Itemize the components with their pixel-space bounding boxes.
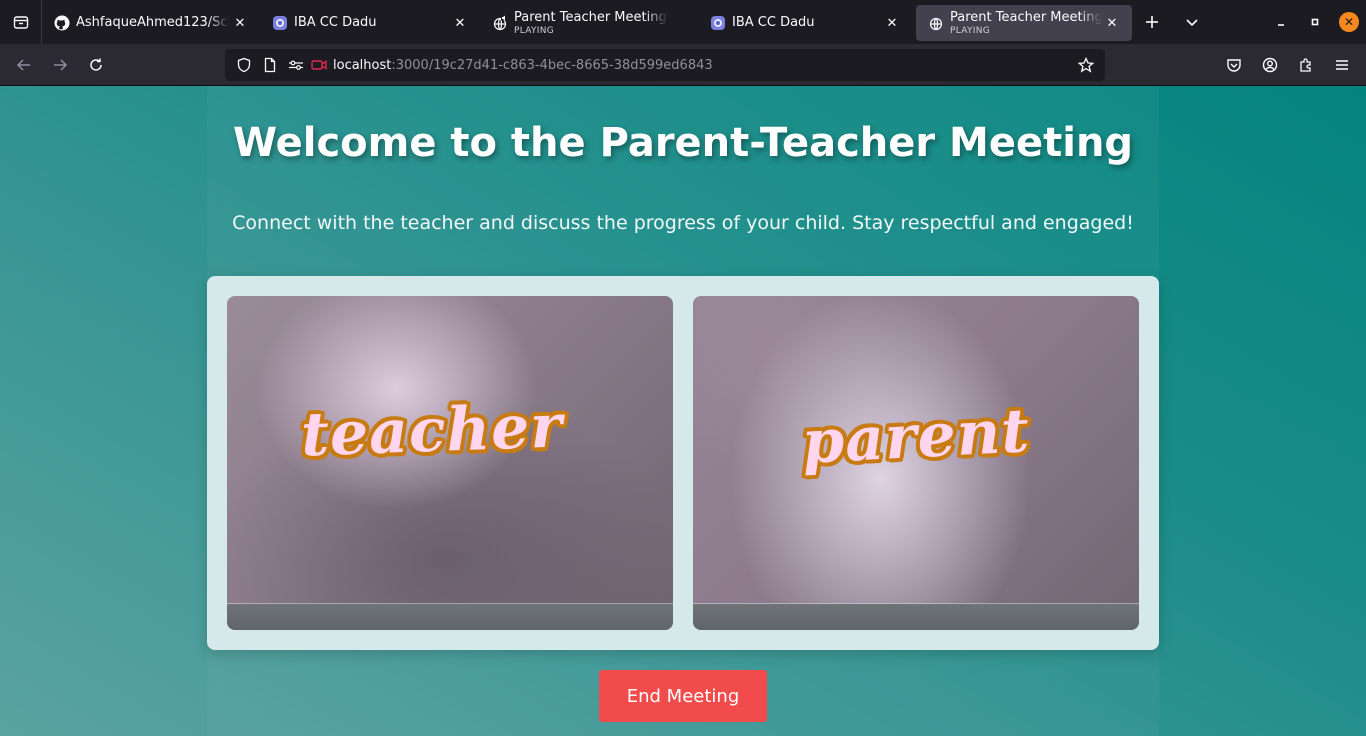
tab-overflow-button[interactable] [1172,0,1212,44]
tab-github[interactable]: AshfaqueAhmed123/School ✕ [42,5,260,41]
account-icon [1262,57,1278,73]
hamburger-menu-icon [1336,60,1348,70]
pocket-icon [1227,59,1241,72]
page-icon[interactable] [257,49,283,81]
app-menu-button[interactable] [1324,49,1360,81]
tab-title: IBA CC Dadu [294,15,377,30]
teacher-video-label: teacher [299,391,565,471]
tab-title: IBA CC Dadu [732,15,815,30]
close-icon: ✕ [1339,12,1359,32]
close-tab-icon[interactable]: ✕ [1102,13,1122,33]
parent-video[interactable]: parent [693,296,1139,630]
pocket-button[interactable] [1216,49,1252,81]
tab-title: Parent Teacher Meeting Po [514,9,668,25]
new-tab-button[interactable] [1132,0,1172,44]
tab-parent-teacher-meeting-active[interactable]: Parent Teacher Meeting Po PLAYING ✕ [916,5,1132,41]
close-window-button[interactable]: ✕ [1332,0,1366,44]
account-button[interactable] [1252,49,1288,81]
globe-speaker-icon [492,15,508,31]
page-title: Welcome to the Parent-Teacher Meeting [232,120,1134,166]
address-bar[interactable]: localhost:3000/19c27d41-c863-4bec-8665-3… [225,49,1105,81]
chevron-down-icon [1186,19,1198,27]
forward-button[interactable] [42,49,78,81]
camera-sharing-icon[interactable] [309,49,329,81]
plus-icon [1146,16,1158,28]
arrow-right-icon [54,58,68,71]
tab-title: Parent Teacher Meeting Po [950,9,1102,25]
tab-iba-cc-dadu[interactable]: IBA CC Dadu ✕ [260,5,480,41]
tab-list-icon [13,16,28,29]
video-floor [693,604,1139,630]
close-tab-icon[interactable]: ✕ [230,13,250,33]
maximize-button[interactable] [1298,0,1332,44]
video-panel: teacher parent [207,276,1159,650]
permissions-icon[interactable] [283,49,309,81]
globe-speaker-icon [928,15,944,31]
github-icon [54,15,70,31]
tab-parent-teacher-meeting[interactable]: Parent Teacher Meeting Po PLAYING ✕ [480,5,698,41]
reload-button[interactable] [78,49,114,81]
app-favicon [272,15,288,31]
tab-iba-cc-dadu-2[interactable]: IBA CC Dadu ✕ [698,5,912,41]
shield-icon[interactable] [231,49,257,81]
url-path: :3000/19c27d41-c863-4bec-8665-38d599ed68… [391,57,713,73]
url-text: localhost:3000/19c27d41-c863-4bec-8665-3… [333,58,713,73]
page-subtitle: Connect with the teacher and discuss the… [232,212,1134,234]
close-tab-icon[interactable]: ✕ [450,13,470,33]
tab-bar: AshfaqueAhmed123/School ✕ IBA CC Dadu ✕ … [0,0,1366,44]
page-viewport: Welcome to the Parent-Teacher Meeting Co… [0,86,1366,736]
parent-video-label: parent [800,396,1032,478]
navigation-toolbar: localhost:3000/19c27d41-c863-4bec-8665-3… [0,44,1366,86]
app-favicon [710,15,726,31]
tab-title: AshfaqueAhmed123/School [76,15,230,30]
toolbar-right [1216,49,1360,81]
list-all-tabs-button[interactable] [0,0,42,44]
extensions-button[interactable] [1288,49,1324,81]
window-controls: ✕ [1264,0,1366,44]
maximize-icon [1311,18,1319,26]
teacher-video[interactable]: teacher [227,296,673,630]
puzzle-icon [1300,58,1311,72]
tab-playing-status: PLAYING [950,25,991,36]
bookmark-star-icon[interactable] [1073,49,1099,81]
reload-icon [90,58,102,71]
video-floor [227,604,673,630]
url-host: localhost [333,57,392,73]
arrow-left-icon [16,58,30,71]
minimize-button[interactable] [1264,0,1298,44]
minimize-icon [1278,24,1284,26]
tab-playing-status: PLAYING [514,25,555,36]
back-button[interactable] [6,49,42,81]
end-meeting-button[interactable]: End Meeting [599,670,767,722]
close-tab-icon[interactable]: ✕ [882,13,902,33]
